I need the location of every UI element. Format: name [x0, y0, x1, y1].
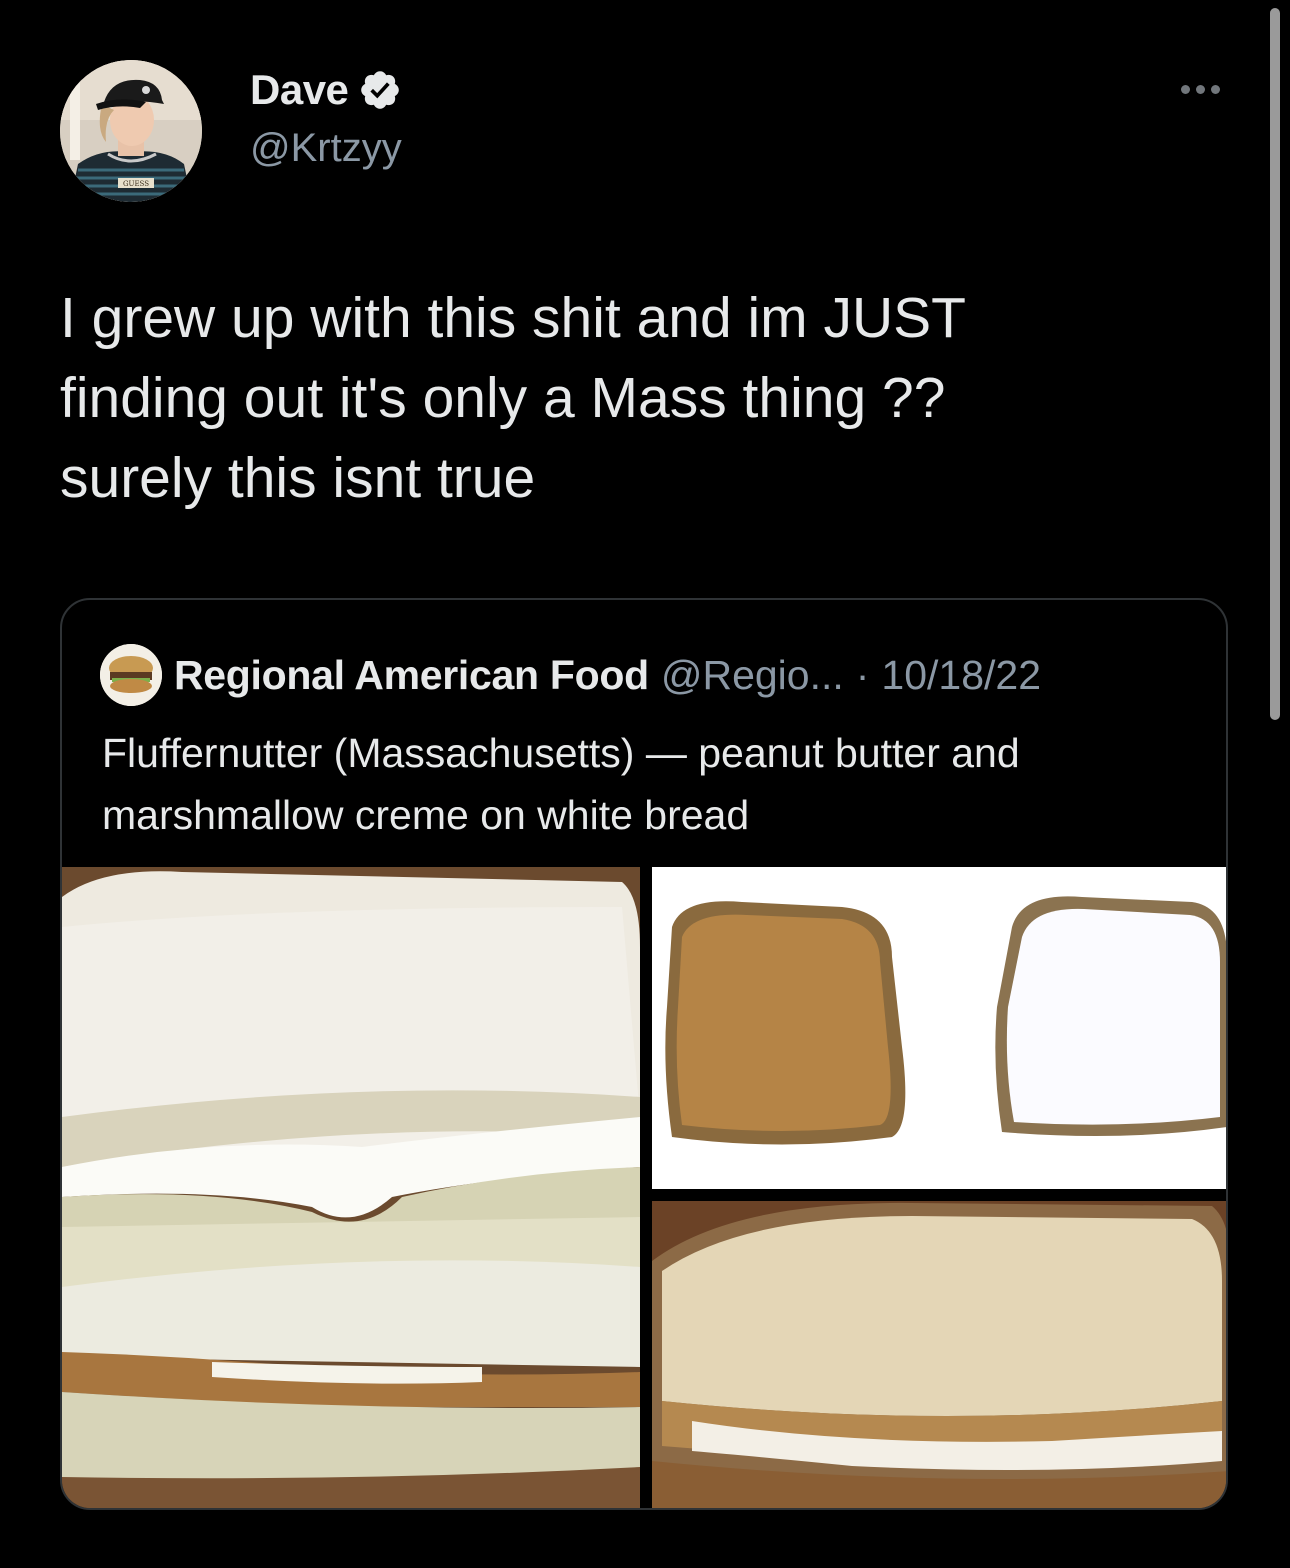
avatar-shirt-text: GUESS: [123, 180, 149, 188]
scrollbar[interactable]: [1268, 0, 1282, 730]
quoted-media-grid: [62, 867, 1226, 1508]
author-display-name[interactable]: Dave: [250, 66, 349, 114]
quoted-author-handle[interactable]: @Regio...: [661, 652, 844, 699]
quoted-author-avatar[interactable]: [100, 644, 162, 706]
verified-badge-icon: [361, 71, 400, 109]
media-image-sandwich-closeup[interactable]: [62, 867, 640, 1508]
author-name-row[interactable]: Dave: [250, 66, 402, 114]
tweet-detail-page: GUESS Dave @Krtzyy I grew up with this s…: [0, 0, 1290, 1568]
quoted-author-name[interactable]: Regional American Food: [174, 652, 649, 699]
meta-separator: ·: [855, 651, 870, 698]
quoted-tweet-header: Regional American Food @Regio... · 10/18…: [100, 644, 1041, 706]
media-image-toasted-sandwich[interactable]: [652, 1201, 1226, 1508]
quoted-tweet-card[interactable]: Regional American Food @Regio... · 10/18…: [60, 598, 1228, 1510]
scrollbar-thumb[interactable]: [1270, 8, 1280, 720]
media-image-bread-slices[interactable]: [652, 867, 1226, 1189]
author-handle[interactable]: @Krtzyy: [250, 126, 402, 171]
author-avatar[interactable]: GUESS: [60, 60, 202, 202]
more-options-button[interactable]: [1170, 74, 1230, 104]
quoted-tweet-text: Fluffernutter (Massachusetts) — peanut b…: [102, 730, 1020, 838]
tweet-text: I grew up with this shit and im JUST fin…: [60, 286, 966, 510]
quoted-tweet-date[interactable]: 10/18/22: [881, 652, 1041, 699]
more-horizontal-icon: [1210, 84, 1220, 94]
more-horizontal-icon: [1195, 84, 1205, 94]
more-horizontal-icon: [1180, 84, 1190, 94]
